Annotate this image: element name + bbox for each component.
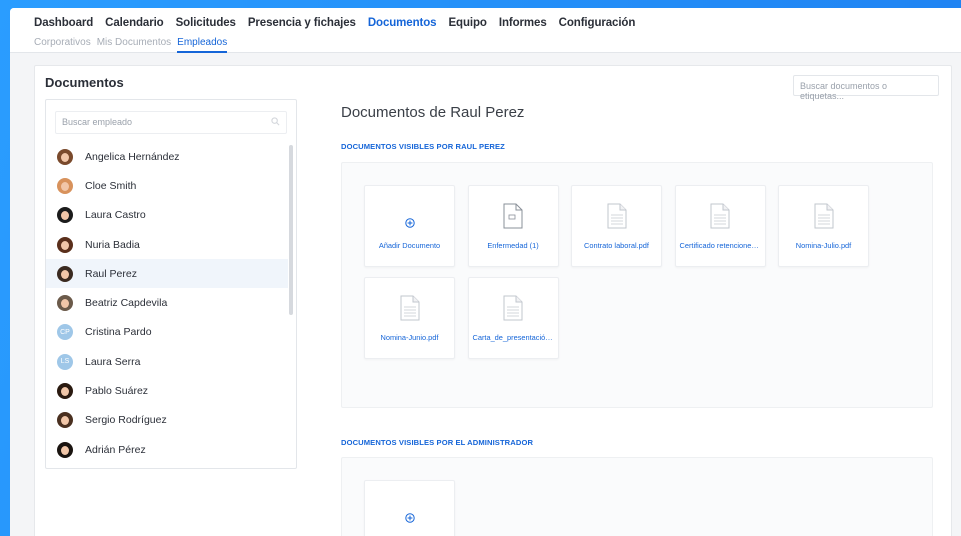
employee-list-box: Buscar empleado Angelica Hernández Cloe S… <box>45 99 297 469</box>
document-card[interactable]: Enfermedad (1) <box>467 185 559 267</box>
nav-item-6[interactable]: Informes <box>499 17 547 29</box>
search-icon <box>271 117 280 126</box>
employee-name: Beatriz Capdevila <box>85 297 168 310</box>
employee-list-item[interactable]: Adrián Pérez <box>46 435 288 464</box>
section-label-employee: DOCUMENTOS VISIBLES POR RAUL PEREZ <box>341 142 505 151</box>
employee-name: Nuria Badia <box>85 238 140 251</box>
employee-list-item[interactable]: CP Cristina Pardo <box>46 318 288 347</box>
nav-item-3[interactable]: Presencia y fichajes <box>248 17 356 29</box>
nav-item-1[interactable]: Calendario <box>105 17 164 29</box>
folder-icon <box>503 203 523 229</box>
file-icon <box>814 203 833 229</box>
employee-list-item[interactable]: Raul Perez <box>46 259 288 289</box>
document-label: Añadir Documento <box>378 241 441 250</box>
top-navigation: Dashboard Calendario Solicitudes Presencia … <box>10 8 961 53</box>
app-window: Dashboard Calendario Solicitudes Presencia … <box>10 8 961 536</box>
nav-item-0[interactable]: Dashboard <box>34 17 93 29</box>
file-icon <box>710 203 730 229</box>
avatar-face <box>61 181 69 191</box>
avatar: LS <box>57 353 73 370</box>
employee-list-item[interactable]: Pablo Suárez <box>46 376 288 405</box>
document-card[interactable]: Carta_de_presentación... <box>467 277 559 359</box>
avatar-face <box>61 211 69 221</box>
employee-name: Sergio Rodríguez <box>85 414 167 427</box>
sub-nav: Corporativos Mis Documentos Empleados <box>34 37 233 53</box>
avatar-face <box>61 445 69 455</box>
avatar-face <box>61 416 69 426</box>
content-title: Documentos de Raul Perez <box>341 104 525 121</box>
employee-name: Laura Serra <box>85 355 141 368</box>
avatar: CP <box>57 324 73 341</box>
document-label: Certificado retenciones... <box>679 241 762 250</box>
documents-panel: Documentos Buscar documentos o etiquetas… <box>34 65 952 536</box>
avatar-face <box>61 387 69 397</box>
employee-list-item[interactable]: LS Laura Serra <box>46 347 288 376</box>
employee-search-placeholder: Buscar empleado <box>62 117 133 127</box>
avatar-face <box>61 299 69 309</box>
nav-item-2[interactable]: Solicitudes <box>176 17 236 29</box>
nav-item-5[interactable]: Equipo <box>448 17 486 29</box>
document-card[interactable]: Nomina-Junio.pdf <box>364 277 455 359</box>
avatar-face <box>61 269 69 279</box>
employee-list-item[interactable]: Laura Castro <box>46 201 288 230</box>
subnav-item-2[interactable]: Empleados <box>177 37 228 53</box>
document-card[interactable]: Certificado retenciones... <box>674 185 766 267</box>
employee-list-item[interactable]: Cloe Smith <box>46 171 288 200</box>
avatar-face <box>61 152 69 162</box>
employee-search-input[interactable]: Buscar empleado <box>55 111 287 134</box>
document-label: Enfermedad (1) <box>487 241 539 250</box>
employee-list-scrollbar[interactable] <box>289 145 293 315</box>
add-icon <box>404 218 415 228</box>
employee-name: Angelica Hernández <box>85 150 180 163</box>
document-card[interactable]: Nomina-Julio.pdf <box>778 185 869 267</box>
subnav-item-0[interactable]: Corporativos <box>34 37 91 53</box>
subnav-item-1[interactable]: Mis Documentos <box>97 37 171 53</box>
employee-name: Laura Castro <box>85 209 146 222</box>
file-icon <box>503 295 523 321</box>
employee-list-item[interactable]: Nuria Badia <box>46 230 288 259</box>
avatar <box>57 177 73 194</box>
avatar <box>57 148 73 165</box>
document-card[interactable]: Contrato laboral.pdf <box>571 185 662 267</box>
document-label: Carta_de_presentación... <box>472 333 556 342</box>
file-icon <box>607 203 626 229</box>
add-icon <box>404 513 415 523</box>
avatar <box>57 295 73 312</box>
employee-list-item[interactable]: Angelica Hernández <box>46 142 288 171</box>
employee-name: Adrián Pérez <box>85 443 146 456</box>
employee-name: Pablo Suárez <box>85 385 149 398</box>
document-label: Contrato laboral.pdf <box>584 241 649 250</box>
admin-documents-area: Añadir Documento <box>341 457 933 536</box>
document-search-input[interactable]: Buscar documentos o etiquetas... <box>793 75 939 101</box>
document-label: Nomina-Julio.pdf <box>795 241 852 250</box>
add-document-card[interactable]: Añadir Documento <box>364 480 455 536</box>
avatar-face <box>61 240 69 250</box>
main-nav: Dashboard Calendario Solicitudes Presencia … <box>34 17 647 29</box>
avatar <box>57 236 73 253</box>
add-document-card[interactable]: Añadir Documento <box>364 185 455 267</box>
employee-name: Cloe Smith <box>85 179 137 192</box>
employee-list-item[interactable]: Sergio Rodríguez <box>46 406 288 435</box>
avatar <box>57 265 73 282</box>
employee-documents-area: Añadir Documento Enfermedad (1) Contrato l… <box>341 162 933 408</box>
employee-name: Cristina Pardo <box>85 326 152 339</box>
avatar <box>57 383 73 400</box>
employee-name: Raul Perez <box>85 267 137 280</box>
document-label: Nomina-Junio.pdf <box>380 333 439 342</box>
nav-item-7[interactable]: Configuración <box>559 17 636 29</box>
employee-list-item[interactable]: Beatriz Capdevila <box>46 288 288 317</box>
avatar <box>57 412 73 429</box>
panel-title: Documentos <box>45 75 124 90</box>
employee-list: Angelica Hernández Cloe Smith Laura Castro… <box>46 142 288 464</box>
avatar <box>57 441 73 458</box>
section-label-admin: DOCUMENTOS VISIBLES POR EL ADMINISTRADOR <box>341 438 534 447</box>
avatar <box>57 207 73 224</box>
file-icon <box>400 295 419 321</box>
nav-item-4[interactable]: Documentos <box>368 17 437 29</box>
